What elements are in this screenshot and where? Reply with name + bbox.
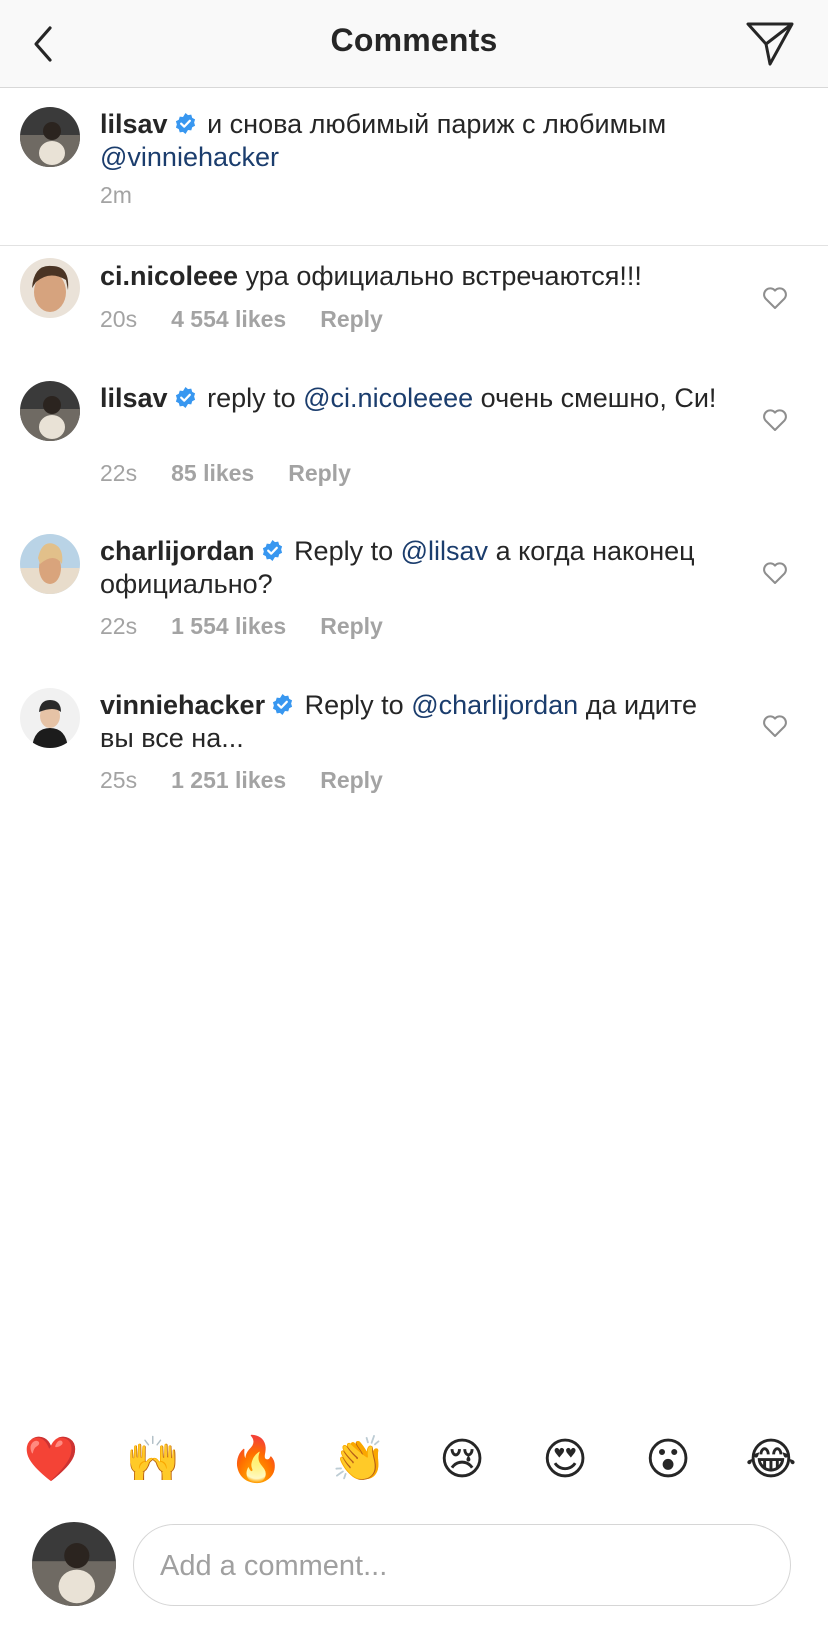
comment-input-box xyxy=(133,1524,791,1606)
comment-username[interactable]: vinniehacker xyxy=(100,690,265,720)
comment-time: 25s xyxy=(100,767,138,793)
paper-plane-icon xyxy=(746,22,794,66)
caption-username[interactable]: lilsav xyxy=(100,109,168,139)
comment-body: ура официально встречаются!!! xyxy=(245,261,642,291)
clapping-emoji-button[interactable]: 👏 xyxy=(329,1430,389,1490)
comment-username[interactable]: lilsav xyxy=(100,383,168,413)
surprised-emoji-button[interactable]: 😮 xyxy=(638,1430,698,1490)
likes-count[interactable]: 85 likes xyxy=(171,460,254,486)
reply-button[interactable]: Reply xyxy=(320,306,383,332)
reply-prefix: reply to xyxy=(207,383,296,413)
reply-prefix: Reply to xyxy=(304,690,404,720)
comment-text: charlijordan Reply to @lilsav а когда на… xyxy=(100,535,720,601)
avatar-ci-nicoleee[interactable] xyxy=(20,258,80,318)
reply-button[interactable]: Reply xyxy=(288,460,351,486)
comment-username[interactable]: charlijordan xyxy=(100,536,255,566)
reply-button[interactable]: Reply xyxy=(320,613,383,639)
caption-mention[interactable]: @vinniehacker xyxy=(100,142,279,172)
reply-prefix: Reply to xyxy=(294,536,394,566)
caption-text: lilsav и снова любимый париж с любимым @… xyxy=(100,108,720,174)
avatar-lilsav[interactable] xyxy=(20,107,80,167)
crying-emoji-button[interactable]: 😢 xyxy=(432,1430,492,1490)
comment-input[interactable] xyxy=(158,1541,762,1591)
comment-time: 22s xyxy=(100,613,138,639)
profile-photo-icon xyxy=(20,107,80,167)
verified-badge-icon xyxy=(273,693,293,716)
likes-count[interactable]: 1 251 likes xyxy=(171,767,286,793)
comment-text: ci.nicoleee ура официально встречаются!!… xyxy=(100,260,720,293)
reply-button[interactable]: Reply xyxy=(320,767,383,793)
likes-count[interactable]: 1 554 likes xyxy=(171,613,286,639)
profile-photo-icon xyxy=(20,534,80,594)
verified-badge-icon xyxy=(262,539,282,562)
profile-photo-icon xyxy=(20,688,80,748)
heart-icon[interactable] xyxy=(762,561,788,585)
comment-mention[interactable]: @charlijordan xyxy=(411,690,578,720)
emoji-quick-bar: ❤️ 🙌 🔥 👏 😢 😍 😮 😂 xyxy=(0,1430,828,1496)
profile-photo-icon xyxy=(32,1522,116,1606)
avatar-vinniehacker[interactable] xyxy=(20,688,80,748)
fire-emoji-button[interactable]: 🔥 xyxy=(226,1430,286,1490)
verified-badge-icon xyxy=(175,112,195,135)
heart-icon[interactable] xyxy=(762,714,788,738)
comment-text: lilsav reply to @ci.nicoleeee очень смеш… xyxy=(100,382,720,415)
comment-body: очень смешно, Си! xyxy=(480,383,717,413)
comment-text: vinniehacker Reply to @charlijordan да и… xyxy=(100,689,720,755)
current-user-avatar[interactable] xyxy=(32,1522,116,1606)
caption-time: 2m xyxy=(100,182,132,208)
heart-emoji-button[interactable]: ❤️ xyxy=(21,1430,81,1490)
divider xyxy=(0,245,828,246)
profile-photo-icon xyxy=(20,381,80,441)
verified-badge-icon xyxy=(175,386,195,409)
comment-meta: 22s 1 554 likes Reply xyxy=(100,613,417,640)
comment-meta: 25s 1 251 likes Reply xyxy=(100,767,417,794)
comment-username[interactable]: ci.nicoleee xyxy=(100,261,238,291)
comment-mention[interactable]: @ci.nicoleeee xyxy=(303,383,473,413)
comment-meta: 20s 4 554 likes Reply xyxy=(100,306,417,333)
comment-mention[interactable]: @lilsav xyxy=(401,536,488,566)
caption-meta: 2m xyxy=(100,182,166,209)
avatar-charlijordan[interactable] xyxy=(20,534,80,594)
comment-time: 22s xyxy=(100,460,138,486)
heart-icon[interactable] xyxy=(762,286,788,310)
avatar-lilsav[interactable] xyxy=(20,381,80,441)
page-title: Comments xyxy=(330,22,498,58)
raising-hands-emoji-button[interactable]: 🙌 xyxy=(123,1430,183,1490)
comment-meta: 22s 85 likes Reply xyxy=(100,460,385,487)
likes-count[interactable]: 4 554 likes xyxy=(171,306,286,332)
comment-time: 20s xyxy=(100,306,138,332)
profile-photo-icon xyxy=(20,258,80,318)
top-bar: Comments xyxy=(0,0,828,88)
caption-body: и снова любимый париж с любимым xyxy=(207,109,667,139)
laughing-emoji-button[interactable]: 😂 xyxy=(741,1430,801,1490)
share-button[interactable] xyxy=(744,20,796,68)
heart-icon[interactable] xyxy=(762,408,788,432)
heart-eyes-emoji-button[interactable]: 😍 xyxy=(535,1430,595,1490)
